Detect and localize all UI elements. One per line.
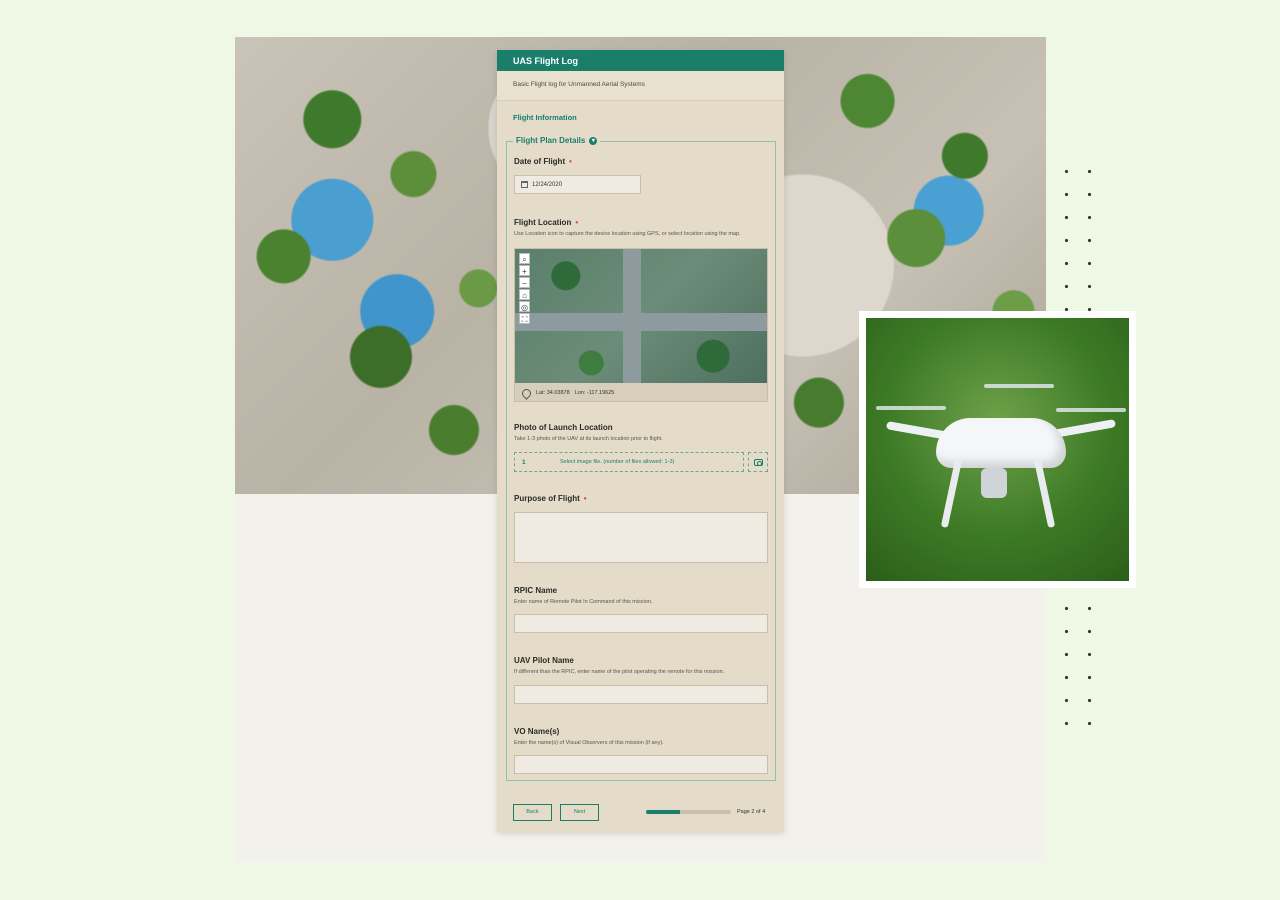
drone-photo bbox=[859, 311, 1136, 588]
vo-input[interactable] bbox=[514, 755, 768, 774]
required-marker: • bbox=[569, 157, 572, 166]
rpic-label: RPIC Name bbox=[514, 586, 558, 595]
survey-form-card: UAS Flight Log Basic Flight log for Unma… bbox=[497, 50, 784, 832]
section-title: Flight Information bbox=[513, 113, 577, 122]
progress-bar bbox=[646, 810, 731, 814]
purpose-textarea[interactable] bbox=[514, 512, 768, 563]
flight-plan-group: Flight Plan Details ▾ Date of Flight • 12… bbox=[506, 136, 776, 781]
next-button[interactable]: Next bbox=[560, 803, 599, 821]
camera-icon bbox=[753, 458, 763, 466]
progress-fill bbox=[646, 810, 680, 814]
file-prompt: Select image file. (number of files allo… bbox=[560, 459, 675, 465]
date-field[interactable]: 12/24/2020 bbox=[514, 175, 641, 194]
location-pin-icon[interactable] bbox=[520, 386, 533, 400]
photo-upload: 1 Select image file. (number of files al… bbox=[514, 452, 768, 472]
purpose-label-text: Purpose of Flight bbox=[514, 494, 580, 503]
map-coordinates: Lat: 34.03878 Lon: -117.19625 bbox=[515, 383, 767, 401]
home-icon[interactable]: ⌂ bbox=[519, 289, 530, 300]
page-indicator: Page 2 of 4 bbox=[737, 809, 766, 815]
form-title: UAS Flight Log bbox=[497, 50, 784, 71]
back-button[interactable]: Back bbox=[513, 803, 552, 821]
group-legend[interactable]: Flight Plan Details ▾ bbox=[513, 136, 601, 145]
required-marker: • bbox=[575, 218, 579, 227]
camera-button[interactable] bbox=[748, 452, 768, 472]
location-label: Flight Location • bbox=[514, 218, 578, 227]
fullscreen-icon[interactable]: ⛶ bbox=[519, 313, 530, 324]
purpose-label: Purpose of Flight • bbox=[514, 494, 587, 503]
uav-pilot-label: UAV Pilot Name bbox=[514, 656, 574, 665]
map-toolbar: ⌕ + − ⌂ ◎ ⛶ bbox=[519, 253, 530, 324]
map-imagery[interactable] bbox=[515, 249, 767, 383]
zoom-in-icon[interactable]: + bbox=[519, 265, 530, 276]
drone-image bbox=[866, 318, 1129, 581]
vo-label: VO Name(s) bbox=[514, 727, 560, 736]
file-drop-zone[interactable]: 1 Select image file. (number of files al… bbox=[514, 452, 744, 472]
photo-label: Photo of Launch Location bbox=[514, 423, 613, 432]
zoom-out-icon[interactable]: − bbox=[519, 277, 530, 288]
photo-hint: Take 1-3 photo of the UAV at its launch … bbox=[514, 436, 663, 442]
location-hint: Use Location icon to capture the device … bbox=[514, 231, 741, 237]
rpic-input[interactable] bbox=[514, 614, 768, 633]
latitude: Lat: 34.03878 bbox=[536, 390, 570, 396]
group-title: Flight Plan Details bbox=[516, 136, 586, 145]
longitude: Lon: -117.19625 bbox=[574, 390, 615, 396]
location-map[interactable]: ⌕ + − ⌂ ◎ ⛶ Lat: 34.03878 Lon: -117.1962… bbox=[514, 248, 768, 402]
file-count: 1 bbox=[522, 458, 526, 466]
vo-hint: Enter the name(s) of Visual Observers of… bbox=[514, 740, 664, 746]
search-icon[interactable]: ⌕ bbox=[519, 253, 530, 264]
collapse-icon[interactable]: ▾ bbox=[589, 136, 598, 145]
date-label: Date of Flight • bbox=[514, 157, 572, 166]
form-description: Basic Flight log for Unmanned Aerial Sys… bbox=[497, 71, 784, 101]
locate-icon[interactable]: ◎ bbox=[519, 301, 530, 312]
date-label-text: Date of Flight bbox=[514, 157, 566, 166]
form-footer: Back Next Page 2 of 4 bbox=[513, 803, 768, 821]
rpic-hint: Enter name of Remote Pilot In Command of… bbox=[514, 599, 653, 605]
calendar-icon bbox=[521, 181, 528, 188]
location-label-text: Flight Location bbox=[514, 218, 572, 227]
date-value: 12/24/2020 bbox=[532, 181, 563, 188]
uav-pilot-hint: If different than the RPIC, enter name o… bbox=[514, 669, 725, 675]
uav-pilot-input[interactable] bbox=[514, 685, 768, 704]
required-marker: • bbox=[583, 494, 587, 503]
